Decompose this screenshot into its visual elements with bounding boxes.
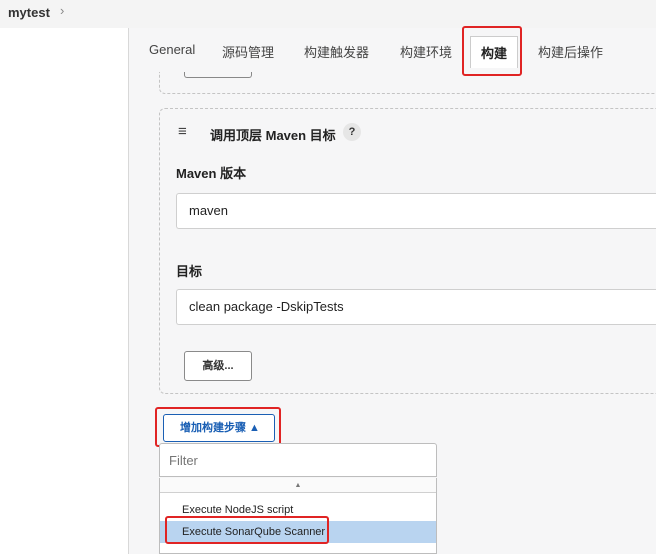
tab-bar: General 源码管理 构建触发器 构建环境 构建 构建后操作 — [129, 28, 656, 72]
maven-version-select[interactable]: maven — [176, 193, 656, 229]
tab-build-triggers[interactable]: 构建触发器 — [304, 42, 369, 61]
left-sidebar — [0, 28, 128, 554]
maven-version-label: Maven 版本 — [176, 166, 247, 181]
config-content: General 源码管理 构建触发器 构建环境 构建 构建后操作 ≡ 调用顶层 … — [128, 26, 656, 554]
tab-build[interactable]: 构建 — [470, 36, 519, 68]
help-icon[interactable]: ? — [343, 123, 361, 141]
filter-input[interactable] — [159, 443, 437, 477]
option-execute-sonarqube[interactable]: Execute SonarQube Scanner — [160, 521, 436, 543]
step-title: 调用顶层 Maven 目标 — [210, 128, 336, 143]
tab-scm[interactable]: 源码管理 — [222, 42, 274, 61]
previous-step-section — [159, 72, 656, 94]
maven-build-step: ≡ 调用顶层 Maven 目标 ? Maven 版本 maven 目标 clea… — [159, 108, 656, 394]
breadcrumb-project[interactable]: mytest — [8, 5, 50, 20]
goals-input[interactable]: clean package -DskipTests — [176, 289, 656, 325]
tab-build-environment[interactable]: 构建环境 — [400, 42, 452, 61]
tab-post-build-actions[interactable]: 构建后操作 — [538, 42, 603, 61]
add-build-step-button[interactable]: 增加构建步骤 ▲ — [163, 414, 275, 442]
chevron-right-icon: › — [60, 3, 65, 18]
advanced-button[interactable]: 高级... — [184, 351, 252, 381]
drag-handle-icon[interactable]: ≡ — [178, 123, 192, 140]
scroll-up-icon[interactable]: ▲ — [160, 478, 436, 493]
build-step-dropdown: ▲ Execute NodeJS script Execute SonarQub… — [159, 478, 437, 554]
previous-step-button[interactable] — [184, 72, 252, 78]
tab-general[interactable]: General — [149, 42, 195, 57]
option-execute-nodejs[interactable]: Execute NodeJS script — [160, 499, 436, 521]
goals-label: 目标 — [176, 264, 203, 279]
top-breadcrumb-bar: mytest › — [0, 0, 656, 28]
